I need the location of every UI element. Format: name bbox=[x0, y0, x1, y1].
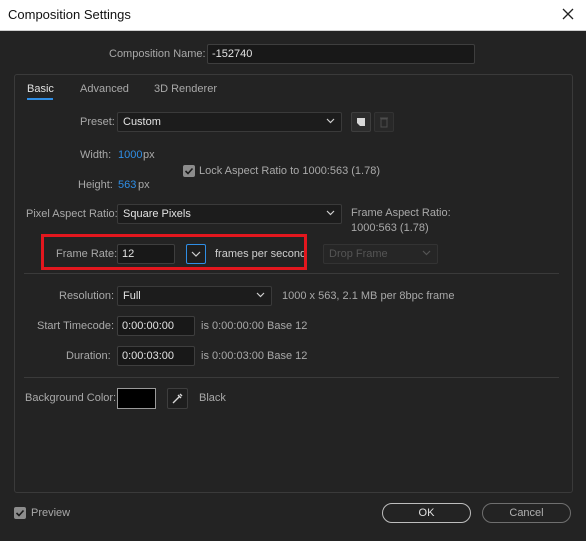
active-tab-indicator bbox=[27, 98, 53, 100]
close-icon[interactable] bbox=[558, 4, 578, 24]
checkmark-icon bbox=[15, 509, 25, 517]
preview-checkbox[interactable] bbox=[14, 507, 26, 519]
eyedropper-button[interactable] bbox=[167, 388, 188, 409]
preview-label: Preview bbox=[31, 507, 71, 519]
duration-label: Duration: bbox=[66, 350, 111, 362]
delete-preset-button[interactable] bbox=[374, 112, 394, 132]
preset-select[interactable]: Custom bbox=[117, 112, 342, 132]
resolution-info: 1000 x 563, 2.1 MB per 8bpc frame bbox=[282, 290, 455, 302]
title-bar: Composition Settings bbox=[0, 0, 586, 31]
height-unit: px bbox=[138, 179, 150, 191]
drop-frame-value: Drop Frame bbox=[329, 248, 388, 260]
chevron-down-icon bbox=[256, 292, 265, 298]
background-color-label: Background Color: bbox=[25, 392, 117, 404]
composition-name-label: Composition Name: bbox=[109, 48, 206, 60]
trash-icon bbox=[380, 117, 388, 128]
width-unit: px bbox=[143, 149, 155, 161]
chevron-down-icon bbox=[326, 210, 335, 216]
settings-panel bbox=[14, 74, 573, 493]
save-preset-button[interactable] bbox=[351, 112, 371, 132]
frame-rate-highlight bbox=[41, 234, 307, 270]
height-label: Height: bbox=[78, 179, 113, 191]
pixel-aspect-value: Square Pixels bbox=[123, 208, 191, 220]
save-preset-icon bbox=[357, 118, 365, 126]
lock-aspect-label: Lock Aspect Ratio to 1000:563 (1.78) bbox=[199, 165, 381, 177]
preset-label: Preset: bbox=[80, 116, 115, 128]
chevron-down-icon bbox=[326, 118, 335, 124]
start-timecode-input[interactable]: 0:00:00:00 bbox=[117, 316, 195, 336]
start-timecode-info: is 0:00:00:00 Base 12 bbox=[201, 320, 308, 332]
divider bbox=[24, 273, 559, 274]
resolution-label: Resolution: bbox=[59, 290, 115, 302]
checkmark-icon bbox=[184, 167, 194, 175]
duration-info: is 0:00:03:00 Base 12 bbox=[201, 350, 308, 362]
tab-advanced[interactable]: Advanced bbox=[80, 83, 129, 95]
frame-aspect-value: 1000:563 (1.78) bbox=[351, 222, 429, 234]
background-color-name: Black bbox=[199, 392, 226, 404]
drop-frame-select[interactable]: Drop Frame bbox=[323, 244, 438, 264]
tab-3d-renderer[interactable]: 3D Renderer bbox=[154, 83, 217, 95]
ok-button[interactable]: OK bbox=[382, 503, 471, 523]
pixel-aspect-label: Pixel Aspect Ratio: bbox=[26, 208, 118, 220]
composition-name-input[interactable]: -152740 bbox=[207, 44, 475, 64]
pixel-aspect-select[interactable]: Square Pixels bbox=[117, 204, 342, 224]
frame-aspect-label: Frame Aspect Ratio: bbox=[351, 207, 451, 219]
cancel-button[interactable]: Cancel bbox=[482, 503, 571, 523]
width-value[interactable]: 1000 bbox=[118, 149, 142, 161]
duration-input[interactable]: 0:00:03:00 bbox=[117, 346, 195, 366]
start-timecode-label: Start Timecode: bbox=[37, 320, 115, 332]
resolution-value: Full bbox=[123, 290, 141, 302]
window-title: Composition Settings bbox=[8, 7, 131, 22]
tab-basic[interactable]: Basic bbox=[27, 83, 54, 95]
resolution-select[interactable]: Full bbox=[117, 286, 272, 306]
lock-aspect-checkbox[interactable] bbox=[183, 165, 195, 177]
background-color-swatch[interactable] bbox=[117, 388, 156, 409]
divider bbox=[24, 377, 559, 378]
eyedropper-icon bbox=[172, 393, 183, 404]
chevron-down-icon bbox=[422, 250, 431, 256]
width-label: Width: bbox=[80, 149, 112, 161]
preset-value: Custom bbox=[123, 116, 161, 128]
height-value[interactable]: 563 bbox=[118, 179, 136, 191]
